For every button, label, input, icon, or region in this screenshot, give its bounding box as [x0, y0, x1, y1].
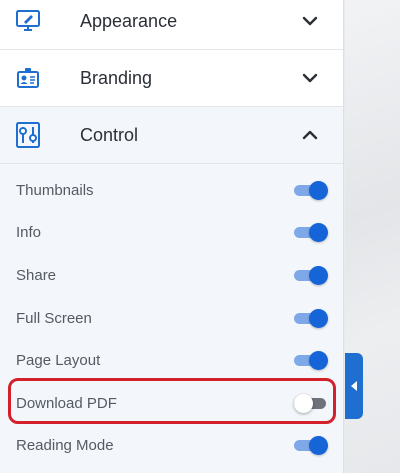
- option-label: Download PDF: [16, 394, 117, 412]
- section-appearance-label: Appearance: [80, 10, 178, 31]
- section-appearance-header[interactable]: Appearance: [0, 0, 343, 50]
- option-page-layout: Page Layout: [0, 341, 343, 379]
- option-label: Full Screen: [16, 309, 92, 327]
- option-label: Info: [16, 223, 42, 241]
- caret-left-icon: [351, 381, 357, 391]
- chevron-up-icon: [300, 125, 320, 145]
- download-pdf-toggle[interactable]: [294, 393, 328, 413]
- full-screen-toggle[interactable]: [294, 308, 328, 328]
- option-reading-mode: Reading Mode: [0, 426, 343, 464]
- section-branding-label: Branding: [80, 67, 153, 88]
- section-control-header[interactable]: Control: [0, 107, 343, 164]
- chevron-down-icon: [300, 68, 320, 88]
- section-branding-header[interactable]: Branding: [0, 50, 343, 107]
- info-toggle[interactable]: [294, 222, 328, 242]
- reading-mode-toggle[interactable]: [294, 435, 328, 455]
- settings-panel: Appearance Branding Control Thumbnails I…: [0, 0, 344, 473]
- page-layout-toggle[interactable]: [294, 350, 328, 370]
- thumbnails-toggle[interactable]: [294, 180, 328, 200]
- id-badge-icon: [14, 64, 42, 92]
- chevron-down-icon: [300, 11, 320, 31]
- option-label: Page Layout: [16, 351, 101, 369]
- section-control-label: Control: [80, 124, 139, 145]
- option-label: Reading Mode: [16, 436, 114, 454]
- monitor-brush-icon: [14, 7, 42, 35]
- sliders-icon: [14, 121, 42, 149]
- collapse-panel-tab[interactable]: [345, 353, 363, 419]
- share-toggle[interactable]: [294, 265, 328, 285]
- option-label: Share: [16, 266, 57, 284]
- option-thumbnails: Thumbnails: [0, 171, 343, 209]
- option-download-pdf: Download PDF: [0, 384, 343, 422]
- option-full-screen: Full Screen: [0, 299, 343, 337]
- option-label: Thumbnails: [16, 181, 94, 199]
- option-info: Info: [0, 213, 343, 251]
- option-share: Share: [0, 256, 343, 294]
